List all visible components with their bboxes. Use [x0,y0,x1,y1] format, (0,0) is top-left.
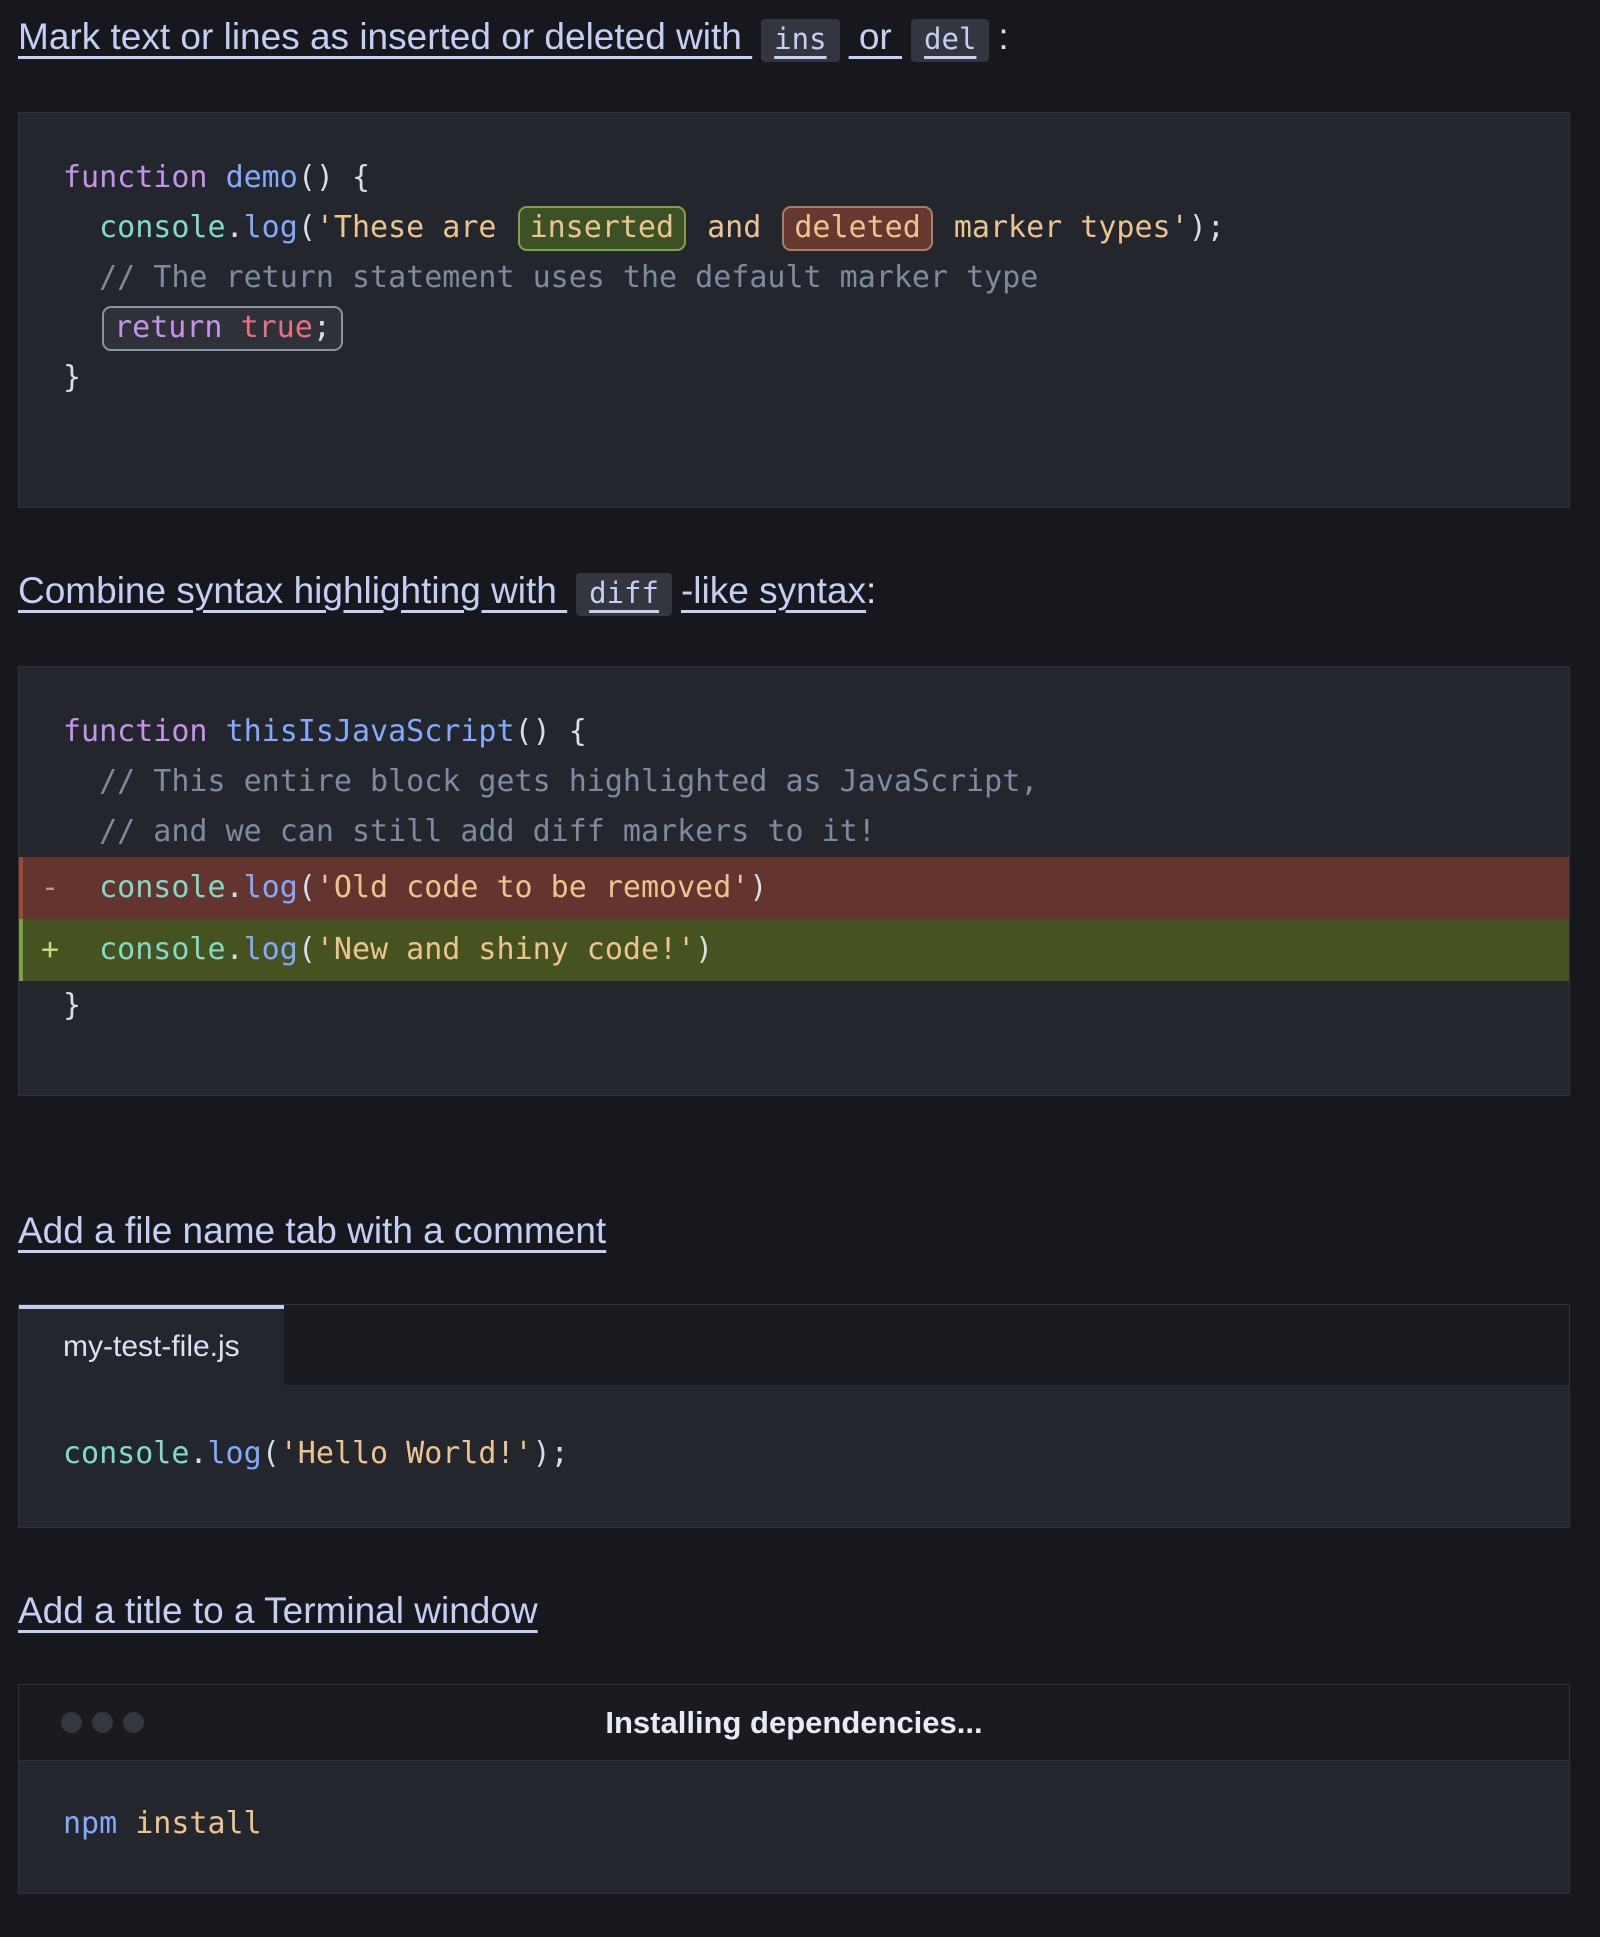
code-line: npm install [19,1799,1569,1849]
window-dot-icon [61,1712,82,1733]
heading-file-tab: Add a file name tab with a comment [18,1208,1570,1254]
terminal-window: Installing dependencies... npm install [18,1684,1570,1894]
code-line: // The return statement uses the default… [19,253,1569,303]
code-block-demo: function demo() { console.log('These are… [18,112,1570,508]
diff-del-line: - console.log('Old code to be removed') [19,857,1569,919]
code-block-file-tab: my-test-file.js console.log('Hello World… [18,1304,1570,1528]
file-tab-bar: my-test-file.js [19,1305,1569,1385]
code-line: function thisIsJavaScript() { [19,707,1569,757]
diff-sign: + [41,925,59,975]
heading-terminal-link[interactable]: Add a title to a Terminal window [18,1590,538,1631]
page-content: Mark text or lines as inserted or delete… [0,0,1600,1894]
heading-suffix: : [998,16,1008,57]
heading-diff-link[interactable]: Combine syntax highlighting with diff-li… [18,570,866,611]
diff-ins-line: + console.log('New and shiny code!') [19,919,1569,981]
window-dot-icon [92,1712,113,1733]
code-line: } [19,981,1569,1031]
diff-sign: - [41,863,59,913]
code-line: console.log('Hello World!'); [19,1429,1569,1479]
code-line: console.log('These are inserted and dele… [19,203,1569,253]
code-line: } [19,353,1569,403]
code-body: function demo() { console.log('These are… [19,113,1569,507]
code-line: // and we can still add diff markers to … [19,807,1569,857]
code-block-diff: function thisIsJavaScript() { // This en… [18,666,1570,1096]
inline-code-chip: diff [576,573,672,616]
terminal-body: npm install [19,1761,1569,1893]
window-dot-icon [123,1712,144,1733]
del-marker-box: deleted [782,206,932,251]
terminal-title: Installing dependencies... [605,1705,982,1741]
heading-terminal: Add a title to a Terminal window [18,1588,1570,1634]
code-line: return true; [19,303,1569,353]
code-body: function thisIsJavaScript() { // This en… [19,667,1569,1095]
default-marker-box: return true; [102,306,343,351]
terminal-header: Installing dependencies... [19,1685,1569,1761]
heading-ins-del-link[interactable]: Mark text or lines as inserted or delete… [18,16,998,57]
heading-file-tab-link[interactable]: Add a file name tab with a comment [18,1210,606,1251]
window-dots-icon [61,1712,144,1733]
heading-diff: Combine syntax highlighting with diff-li… [18,568,1570,616]
code-body: console.log('Hello World!'); [19,1385,1569,1527]
ins-marker-box: inserted [518,206,687,251]
heading-ins-del: Mark text or lines as inserted or delete… [18,14,1570,62]
file-tab[interactable]: my-test-file.js [19,1305,284,1385]
inline-code-chip: ins [761,19,839,62]
heading-suffix: : [866,570,876,611]
file-tab-label: my-test-file.js [63,1330,240,1364]
inline-code-chip: del [911,19,989,62]
code-line: function demo() { [19,153,1569,203]
code-line: // This entire block gets highlighted as… [19,757,1569,807]
